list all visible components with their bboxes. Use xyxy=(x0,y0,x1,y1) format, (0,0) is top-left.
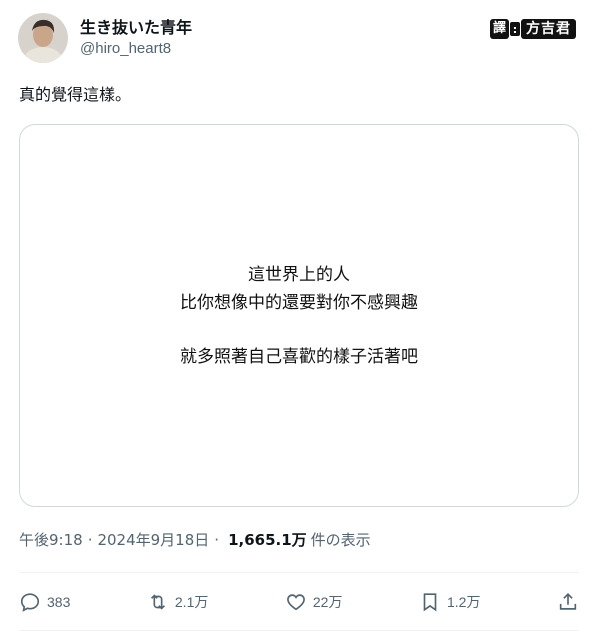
quote-spacer xyxy=(180,317,418,343)
quote-line: 這世界上的人 xyxy=(248,264,350,285)
tweet-text: 真的覺得這樣。 xyxy=(19,85,132,104)
divider xyxy=(19,630,579,631)
repost-icon xyxy=(150,594,165,610)
reply-icon xyxy=(20,593,40,612)
avatar[interactable] xyxy=(18,13,68,63)
tweet-date[interactable]: 2024年9月18日 xyxy=(97,529,209,550)
display-name[interactable]: 生き抜いた青年 xyxy=(80,17,192,38)
view-count[interactable]: 1,665.1万 xyxy=(228,529,307,550)
like-button[interactable]: 22万 xyxy=(285,591,343,613)
bookmark-icon xyxy=(423,593,437,612)
tweet-time[interactable]: 午後9:18 xyxy=(19,529,83,550)
divider xyxy=(19,572,579,573)
meta-separator: · xyxy=(87,530,93,549)
meta-separator: · xyxy=(214,530,220,549)
tweet-image[interactable]: 這世界上的人 比你想像中的還要對你不感興趣 就多照著自己喜歡的樣子活著吧 xyxy=(19,124,579,507)
avatar-image xyxy=(18,13,68,63)
watermark-colon: : xyxy=(510,22,520,36)
user-handle[interactable]: @hiro_heart8 xyxy=(80,39,192,59)
repost-count: 2.1万 xyxy=(174,594,209,610)
like-count: 22万 xyxy=(312,594,343,610)
watermark-name: 方吉君 xyxy=(521,19,576,39)
tweet-meta: 午後9:18 · 2024年9月18日 · 1,665.1万 件の表示 xyxy=(19,529,371,550)
author-names: 生き抜いた青年 @hiro_heart8 xyxy=(80,17,192,59)
reply-button[interactable]: 383 xyxy=(19,591,70,613)
reply-count: 383 xyxy=(47,594,71,610)
bookmark-button[interactable]: 1.2万 xyxy=(419,591,480,613)
quote-line: 比你想像中的還要對你不感興趣 xyxy=(180,292,418,313)
watermark-prefix: 譯 xyxy=(489,19,509,39)
translator-watermark: 譯 : 方吉君 xyxy=(489,18,576,40)
quote-line: 就多照著自己喜歡的樣子活著吧 xyxy=(180,346,418,367)
image-quote: 這世界上的人 比你想像中的還要對你不感興趣 就多照著自己喜歡的樣子活著吧 xyxy=(180,261,418,371)
bookmark-count: 1.2万 xyxy=(447,594,481,610)
view-label: 件の表示 xyxy=(310,531,371,549)
share-icon xyxy=(559,593,577,610)
share-button[interactable] xyxy=(557,591,579,613)
heart-icon xyxy=(287,594,305,611)
repost-button[interactable]: 2.1万 xyxy=(147,591,208,613)
action-bar: 383 2.1万 22万 1.2万 xyxy=(19,586,579,618)
